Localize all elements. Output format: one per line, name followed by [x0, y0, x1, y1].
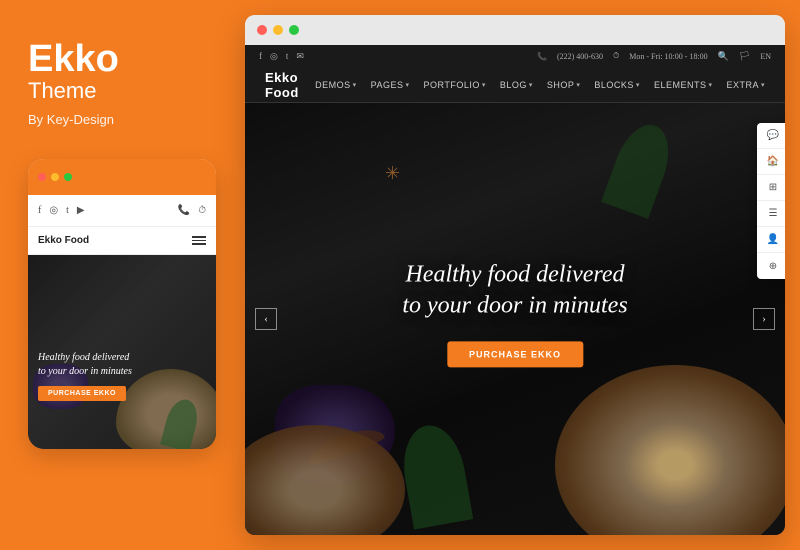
hero-prev-button[interactable]: ‹ — [255, 308, 277, 330]
browser-dot-red — [257, 25, 267, 35]
mobile-dot-green — [64, 173, 72, 181]
user-tool-icon[interactable]: 👤 — [757, 227, 785, 253]
mobile-top-bar — [28, 159, 216, 195]
blocks-arrow: ▾ — [636, 81, 640, 89]
website-content: f ◎ t ✉ 📞 (222) 400-630 ⏱ Mon - Fri: 10:… — [245, 45, 785, 535]
nav-portfolio[interactable]: PORTFOLIO ▾ — [423, 80, 485, 90]
mobile-dot-yellow — [51, 173, 59, 181]
browser-dot-green — [289, 25, 299, 35]
nav-demos[interactable]: DEMOS ▾ — [315, 80, 357, 90]
browser-dot-yellow — [273, 25, 283, 35]
nav-elements[interactable]: ELEMENTS ▾ — [654, 80, 713, 90]
hero-anise-decor: ✳ — [385, 163, 405, 183]
brand-name: Ekko — [28, 40, 212, 78]
hamburger-icon[interactable] — [192, 236, 206, 245]
chat-tool-icon[interactable]: 💬 — [757, 123, 785, 149]
add-tool-icon[interactable]: ⊕ — [757, 253, 785, 279]
hero-heading-line2: to your door in minutes — [402, 293, 627, 319]
hero-next-button[interactable]: › — [753, 308, 775, 330]
hero-text-block: Healthy food delivered to your door in m… — [402, 259, 627, 367]
site-hero: ✳ Healthy food delivered to your door in… — [245, 103, 785, 535]
mobile-brand-text: Ekko Food — [38, 235, 89, 246]
site-navbar: Ekko Food DEMOS ▾ PAGES ▾ PORTFOLIO ▾ BL… — [245, 67, 785, 103]
mail-social-icon[interactable]: ✉ — [296, 51, 304, 62]
topbar-social: f ◎ t ✉ — [259, 51, 304, 62]
grid-tool-icon[interactable]: ⊞ — [757, 175, 785, 201]
blog-arrow: ▾ — [529, 81, 533, 89]
ig-social-icon[interactable]: ◎ — [270, 51, 278, 62]
phone-number: (222) 400-630 — [557, 52, 603, 61]
site-nav-links: DEMOS ▾ PAGES ▾ PORTFOLIO ▾ BLOG ▾ SHOP … — [315, 80, 765, 90]
hero-heading-line1: Healthy food delivered — [405, 261, 624, 287]
hero-heading: Healthy food delivered to your door in m… — [402, 259, 627, 321]
elements-arrow: ▾ — [708, 81, 712, 89]
nav-blocks[interactable]: BLOCKS ▾ — [594, 80, 640, 90]
brand-by: By Key-Design — [28, 112, 212, 127]
nav-blog[interactable]: BLOG ▾ — [500, 80, 533, 90]
home-tool-icon[interactable]: 🏠 — [757, 149, 785, 175]
mobile-hero-text: Healthy food deliveredto your door in mi… — [38, 351, 132, 379]
twitter-icon: t — [66, 205, 69, 216]
language-flag[interactable]: 🏳 — [739, 51, 750, 62]
site-logo[interactable]: Ekko Food — [265, 70, 315, 100]
site-topbar: f ◎ t ✉ 📞 (222) 400-630 ⏱ Mon - Fri: 10:… — [245, 45, 785, 67]
mobile-mockup: f ◎ t ▶ 📞 ⏱ Ekko Food Healthy food deliv… — [28, 159, 216, 449]
nav-shop[interactable]: SHOP ▾ — [547, 80, 581, 90]
business-hours: Mon - Fri: 10:00 - 18:00 — [629, 52, 707, 61]
phone-icon: 📞 — [178, 205, 190, 216]
browser-titlebar — [245, 15, 785, 45]
instagram-icon: ◎ — [49, 205, 58, 216]
shop-arrow: ▾ — [576, 81, 580, 89]
clock-icon: ⏱ — [613, 51, 619, 61]
pages-arrow: ▾ — [405, 81, 409, 89]
mobile-dot-red — [38, 173, 46, 181]
search-icon[interactable]: 🔍 — [718, 51, 729, 62]
tw-social-icon[interactable]: t — [286, 51, 289, 62]
mobile-nav-bar: f ◎ t ▶ 📞 ⏱ — [28, 195, 216, 227]
phone-icon: 📞 — [537, 52, 547, 61]
hero-cta-button[interactable]: PURCHASE EKKO — [447, 342, 583, 368]
left-panel: Ekko Theme By Key-Design f ◎ t ▶ 📞 ⏱ Ekk… — [0, 0, 240, 550]
list-tool-icon[interactable]: ☰ — [757, 201, 785, 227]
facebook-icon: f — [38, 205, 41, 216]
mobile-purchase-button[interactable]: PURCHASE EKKO — [38, 386, 126, 401]
browser-mockup: f ◎ t ✉ 📞 (222) 400-630 ⏱ Mon - Fri: 10:… — [245, 15, 785, 535]
mobile-brand-bar: Ekko Food — [28, 227, 216, 255]
mobile-hero: Healthy food deliveredto your door in mi… — [28, 255, 216, 449]
nav-pages[interactable]: PAGES ▾ — [371, 80, 410, 90]
clock-icon: ⏱ — [198, 205, 206, 216]
mobile-nav-right: 📞 ⏱ — [178, 205, 206, 216]
language-label[interactable]: EN — [760, 52, 771, 61]
youtube-icon: ▶ — [77, 205, 85, 216]
extra-arrow: ▾ — [761, 81, 765, 89]
nav-extra[interactable]: EXTRA ▾ — [726, 80, 765, 90]
portfolio-arrow: ▾ — [482, 81, 486, 89]
topbar-info: 📞 (222) 400-630 ⏱ Mon - Fri: 10:00 - 18:… — [537, 51, 771, 62]
fb-social-icon[interactable]: f — [259, 51, 262, 62]
mobile-social-icons: f ◎ t ▶ — [38, 205, 85, 216]
right-tools-panel: 💬 🏠 ⊞ ☰ 👤 ⊕ — [757, 123, 785, 279]
brand-theme: Theme — [28, 78, 212, 104]
demos-arrow: ▾ — [353, 81, 357, 89]
